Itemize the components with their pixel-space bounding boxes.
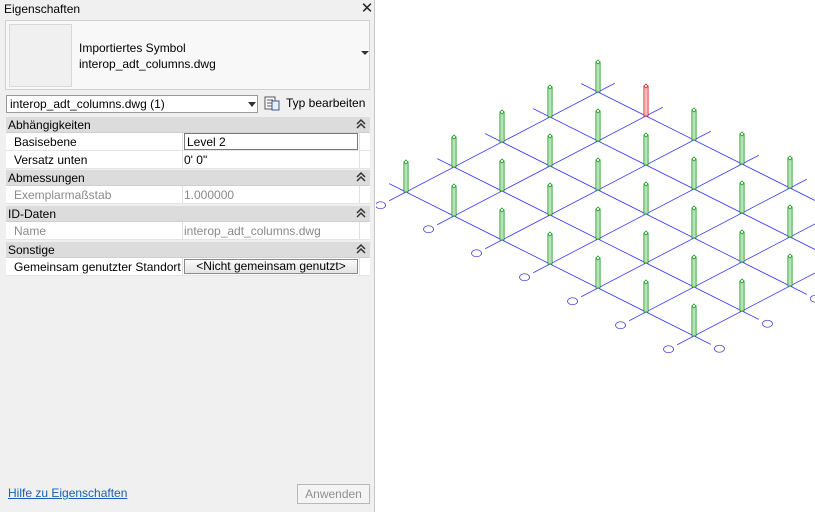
column-divider (182, 133, 183, 150)
type-preview[interactable]: Importiertes Symbol interop_adt_columns.… (5, 20, 370, 90)
column-divider (359, 133, 360, 150)
column-divider (359, 258, 360, 275)
column-divider (182, 258, 183, 275)
grid-bubble (423, 225, 434, 234)
shared-site-button[interactable]: <Nicht gemeinsam genutzt> (184, 259, 358, 274)
grid-bubble (519, 273, 530, 282)
property-row-instance-scale: Exemplarmaßstab 1.000000 (6, 186, 370, 204)
palette-titlebar[interactable]: Eigenschaften ✕ (0, 0, 375, 20)
property-label: Name (14, 224, 47, 238)
isometric-column-grid[interactable] (375, 0, 815, 512)
properties-palette: Eigenschaften ✕ Importiertes Symbol inte… (0, 0, 375, 512)
instance-scale-value: 1.000000 (184, 188, 235, 202)
column-divider (182, 186, 183, 203)
property-label: Versatz unten (14, 153, 88, 167)
section-title: Sonstige (8, 243, 55, 257)
grid-bubble (663, 345, 674, 354)
chevron-down-icon[interactable] (361, 51, 369, 55)
name-value: interop_adt_columns.dwg (184, 224, 321, 238)
base-level-field[interactable]: Level 2 (184, 133, 358, 150)
section-constraints[interactable]: Abhängigkeiten (6, 117, 370, 133)
grid-line (533, 108, 815, 250)
type-name: interop_adt_columns.dwg (79, 57, 216, 71)
3d-view-canvas[interactable] (375, 0, 815, 512)
column-divider (359, 186, 360, 203)
grid-line (677, 272, 815, 346)
grid-bubble (471, 249, 482, 258)
column-divider (182, 222, 183, 239)
property-row-shared-site[interactable]: Gemeinsam genutzter Standort <Nicht geme… (6, 258, 370, 276)
column-divider (182, 151, 183, 168)
instance-filter-value: interop_adt_columns.dwg (1) (10, 97, 165, 111)
collapse-icon[interactable] (355, 170, 367, 184)
dropdown-arrow-icon[interactable] (248, 102, 256, 107)
instance-filter-dropdown[interactable]: interop_adt_columns.dwg (1) (6, 95, 258, 113)
section-title: Abhängigkeiten (8, 118, 91, 132)
grid-bubble (375, 201, 386, 210)
property-label: Basisebene (14, 135, 77, 149)
family-name: Importiertes Symbol (79, 41, 186, 55)
grid-line (629, 223, 815, 322)
column-divider (359, 222, 360, 239)
property-row-base-offset[interactable]: Versatz unten 0' 0" (6, 151, 370, 169)
section-other[interactable]: Sonstige (6, 242, 370, 258)
column-divider (359, 151, 360, 168)
grid-bubble (810, 294, 815, 303)
edit-type-button[interactable]: Typ bearbeiten (264, 94, 370, 114)
close-icon[interactable]: ✕ (360, 0, 374, 18)
section-title: ID-Daten (8, 207, 57, 221)
edit-type-icon (264, 96, 280, 111)
grid-line (581, 83, 815, 201)
property-row-base-level[interactable]: Basisebene Level 2 (6, 133, 370, 151)
property-row-name: Name interop_adt_columns.dwg (6, 222, 370, 240)
collapse-icon[interactable] (355, 117, 367, 131)
collapse-icon[interactable] (355, 206, 367, 220)
collapse-icon[interactable] (355, 242, 367, 256)
grid-bubble (615, 321, 626, 330)
section-dimensions[interactable]: Abmessungen (6, 170, 370, 186)
section-title: Abmessungen (8, 171, 85, 185)
palette-title: Eigenschaften (4, 2, 81, 16)
edit-type-label: Typ bearbeiten (286, 96, 366, 110)
grid-bubble (714, 344, 725, 353)
property-label: Exemplarmaßstab (14, 188, 112, 202)
type-thumbnail (9, 24, 72, 87)
grid-bubble (762, 319, 773, 328)
base-offset-value[interactable]: 0' 0" (184, 153, 207, 167)
grid-bubble (567, 297, 578, 306)
apply-button[interactable]: Anwenden (297, 484, 370, 504)
base-level-value: Level 2 (187, 135, 226, 149)
property-label: Gemeinsam genutzter Standort (14, 260, 181, 274)
properties-help-link[interactable]: Hilfe zu Eigenschaften (8, 486, 127, 500)
section-identity-data[interactable]: ID-Daten (6, 206, 370, 222)
